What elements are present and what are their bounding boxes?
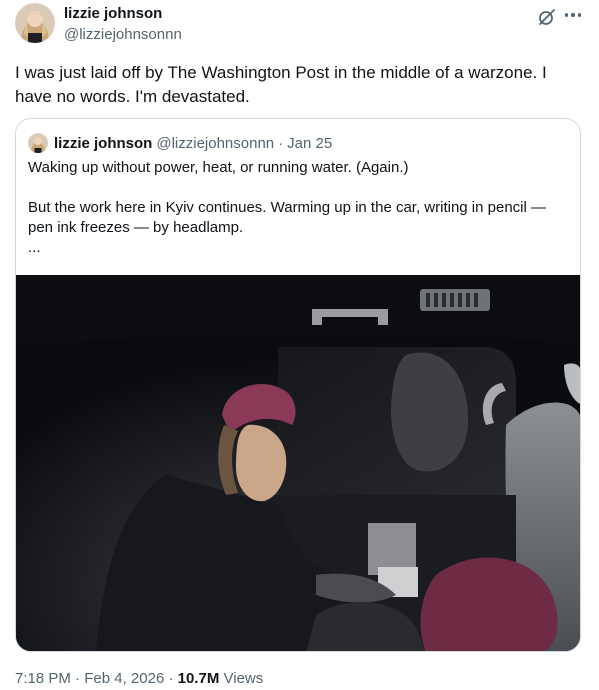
author-block: lizzie johnson @lizziejohnsonnn <box>64 5 182 45</box>
tweet-meta: 7:18 PM · Feb 4, 2026 · 10.7M Views <box>15 669 263 689</box>
quoted-separator: · <box>278 134 284 152</box>
tweet-card: lizzie johnson @lizziejohnsonnn I was ju… <box>0 0 599 690</box>
meta-separator-2: · <box>168 670 174 687</box>
author-handle[interactable]: @lizziejohnsonnn <box>64 25 182 45</box>
grok-icon[interactable] <box>537 7 557 27</box>
quoted-author-avatar <box>28 133 48 153</box>
quoted-tweet[interactable]: lizzie johnson @lizziejohnsonnn · Jan 25… <box>15 118 581 652</box>
tweet-time[interactable]: 7:18 PM <box>15 670 71 687</box>
more-icon[interactable] <box>562 5 584 25</box>
meta-separator-1: · <box>75 670 81 687</box>
author-name[interactable]: lizzie johnson <box>64 5 182 23</box>
views-count: 10.7M <box>177 670 220 687</box>
quoted-tweet-photo[interactable] <box>16 275 580 651</box>
quoted-author-name: lizzie johnson <box>54 134 153 152</box>
quoted-author-handle: @lizziejohnsonnn <box>156 134 275 152</box>
quoted-date: Jan 25 <box>287 134 333 152</box>
quoted-text-line-2: But the work here in Kyiv continues. War… <box>28 199 547 236</box>
tweet-text: I was just laid off by The Washington Po… <box>15 63 547 106</box>
quoted-tweet-text: Waking up without power, heat, or runnin… <box>28 158 568 258</box>
author-avatar[interactable] <box>15 3 55 43</box>
tweet-date[interactable]: Feb 4, 2026 <box>84 670 164 687</box>
quoted-text-line-1: Waking up without power, heat, or runnin… <box>28 159 409 176</box>
views-label: Views <box>223 670 264 687</box>
quoted-text-ellipsis: ... <box>28 239 41 256</box>
quoted-tweet-header: lizzie johnson @lizziejohnsonnn · Jan 25 <box>28 133 332 153</box>
